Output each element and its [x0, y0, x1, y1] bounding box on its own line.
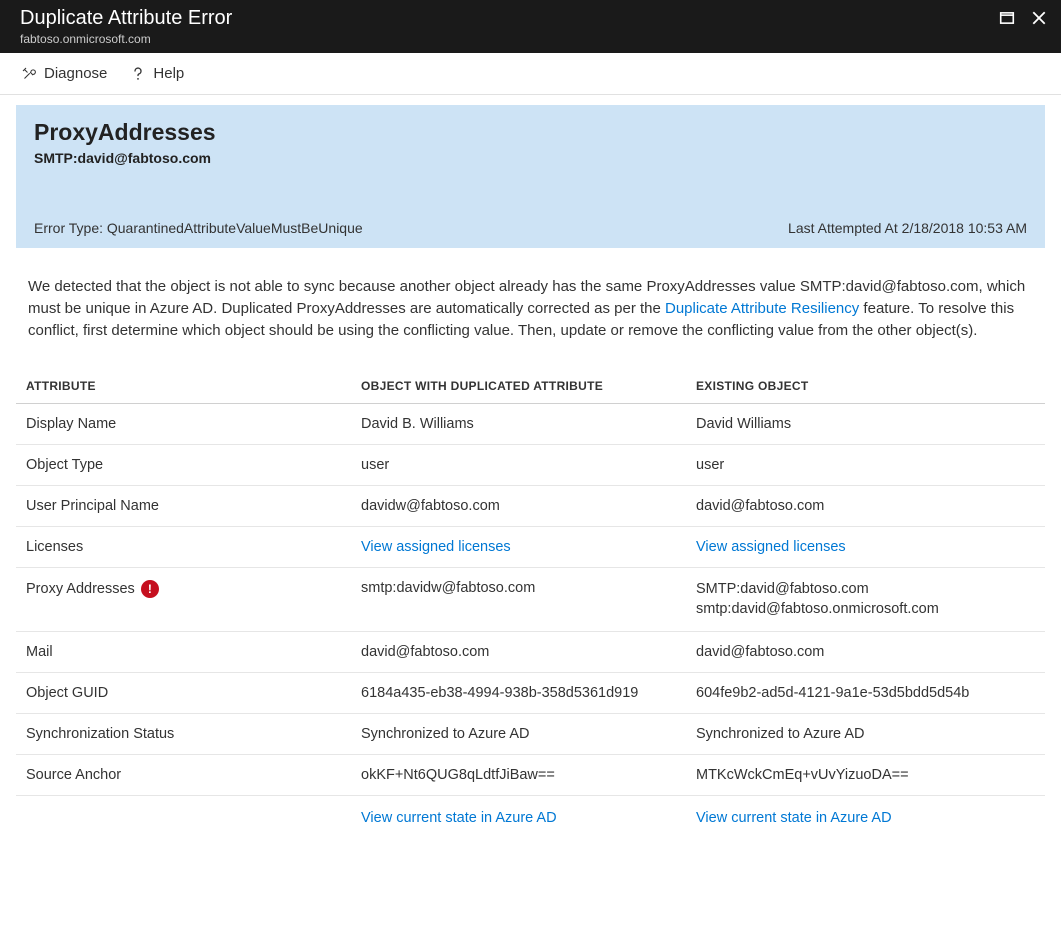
existing-cell: 604fe9b2-ad5d-4121-9a1e-53d5bdd5d54b	[686, 673, 1045, 714]
attribute-label: Display Name	[26, 416, 116, 432]
attribute-cell: Display Name	[16, 404, 351, 445]
duplicated-cell: David B. Williams	[351, 404, 686, 445]
attribute-cell: Proxy Addresses!	[16, 568, 351, 632]
table-row: Synchronization Status Synchronized to Az…	[16, 714, 1045, 755]
toolbar: Diagnose Help	[0, 53, 1061, 95]
existing-value-line: smtp:david@fabtoso.onmicrosoft.com	[696, 600, 1035, 620]
last-attempt-label: Last Attempted At 2/18/2018 10:53 AM	[788, 220, 1027, 236]
maximize-button[interactable]	[997, 8, 1017, 28]
window-subtitle: fabtoso.onmicrosoft.com	[20, 32, 232, 46]
banner-subtitle: SMTP:david@fabtoso.com	[34, 150, 1027, 166]
maximize-icon	[999, 10, 1015, 26]
table-row: Mail david@fabtoso.comdavid@fabtoso.com	[16, 632, 1045, 673]
window-title: Duplicate Attribute Error	[20, 6, 232, 30]
table-row: Licenses View assigned licenses View assig…	[16, 527, 1045, 568]
table-footer-row: View current state in Azure AD View curre…	[16, 796, 1045, 839]
table-row: Proxy Addresses!smtp:davidw@fabtoso.comS…	[16, 568, 1045, 632]
attribute-label: Object GUID	[26, 685, 108, 701]
view-licenses-link[interactable]: View assigned licenses	[361, 539, 511, 555]
attribute-label: Mail	[26, 644, 53, 660]
error-type-label: Error Type: QuarantinedAttributeValueMus…	[34, 220, 363, 236]
existing-cell: Synchronized to Azure AD	[686, 714, 1045, 755]
existing-cell: david@fabtoso.com	[686, 486, 1045, 527]
existing-cell: David Williams	[686, 404, 1045, 445]
description-text: We detected that the object is not able …	[16, 276, 1045, 341]
existing-cell: user	[686, 445, 1045, 486]
attribute-label: Source Anchor	[26, 767, 121, 783]
duplicated-cell: david@fabtoso.com	[351, 632, 686, 673]
view-state-link[interactable]: View current state in Azure AD	[361, 810, 557, 826]
duplicated-cell: davidw@fabtoso.com	[351, 486, 686, 527]
close-button[interactable]	[1029, 8, 1049, 28]
attribute-label: Synchronization Status	[26, 726, 174, 742]
attribute-label: Proxy Addresses	[26, 581, 135, 597]
table-row: Object Type useruser	[16, 445, 1045, 486]
duplicated-cell: Synchronized to Azure AD	[351, 714, 686, 755]
header-existing: EXISTING OBJECT	[686, 369, 1045, 404]
existing-cell: View assigned licenses	[686, 527, 1045, 568]
existing-cell: SMTP:david@fabtoso.comsmtp:david@fabtoso…	[686, 568, 1045, 632]
help-button[interactable]: Help	[129, 65, 184, 83]
attribute-cell: User Principal Name	[16, 486, 351, 527]
attribute-cell: Mail	[16, 632, 351, 673]
error-banner: ProxyAddresses SMTP:david@fabtoso.com Er…	[16, 105, 1045, 248]
error-icon: !	[141, 580, 159, 598]
existing-cell: david@fabtoso.com	[686, 632, 1045, 673]
table-row: Display Name David B. WilliamsDavid Willi…	[16, 404, 1045, 445]
header-duplicated: OBJECT WITH DUPLICATED ATTRIBUTE	[351, 369, 686, 404]
help-label: Help	[153, 65, 184, 82]
table-row: User Principal Name davidw@fabtoso.comdav…	[16, 486, 1045, 527]
duplicated-cell: user	[351, 445, 686, 486]
attribute-label: User Principal Name	[26, 498, 159, 514]
header-attribute: ATTRIBUTE	[16, 369, 351, 404]
attribute-cell: Licenses	[16, 527, 351, 568]
duplicated-cell: smtp:davidw@fabtoso.com	[351, 568, 686, 632]
attribute-cell: Source Anchor	[16, 755, 351, 796]
view-licenses-link[interactable]: View assigned licenses	[696, 539, 846, 555]
duplicated-cell: 6184a435-eb38-4994-938b-358d5361d919	[351, 673, 686, 714]
attribute-cell: Object Type	[16, 445, 351, 486]
attribute-label: Licenses	[26, 539, 83, 555]
existing-value-line: SMTP:david@fabtoso.com	[696, 580, 1035, 600]
attribute-label: Object Type	[26, 457, 103, 473]
attribute-cell: Synchronization Status	[16, 714, 351, 755]
attribute-cell: Object GUID	[16, 673, 351, 714]
existing-cell: MTKcWckCmEq+vUvYizuoDA==	[686, 755, 1045, 796]
table-row: Object GUID 6184a435-eb38-4994-938b-358d5…	[16, 673, 1045, 714]
diagnose-label: Diagnose	[44, 65, 107, 82]
attribute-table: ATTRIBUTE OBJECT WITH DUPLICATED ATTRIBU…	[16, 369, 1045, 838]
diagnose-button[interactable]: Diagnose	[20, 65, 107, 83]
question-icon	[129, 65, 147, 83]
close-icon	[1031, 10, 1047, 26]
view-state-link[interactable]: View current state in Azure AD	[696, 810, 892, 826]
duplicated-cell: okKF+Nt6QUG8qLdtfJiBaw==	[351, 755, 686, 796]
titlebar: Duplicate Attribute Error fabtoso.onmicr…	[0, 0, 1061, 53]
banner-title: ProxyAddresses	[34, 119, 1027, 146]
duplicated-cell: View assigned licenses	[351, 527, 686, 568]
resiliency-link[interactable]: Duplicate Attribute Resiliency	[665, 300, 859, 317]
table-row: Source Anchor okKF+Nt6QUG8qLdtfJiBaw==MTK…	[16, 755, 1045, 796]
wrench-icon	[20, 65, 38, 83]
content: ProxyAddresses SMTP:david@fabtoso.com Er…	[0, 95, 1061, 868]
